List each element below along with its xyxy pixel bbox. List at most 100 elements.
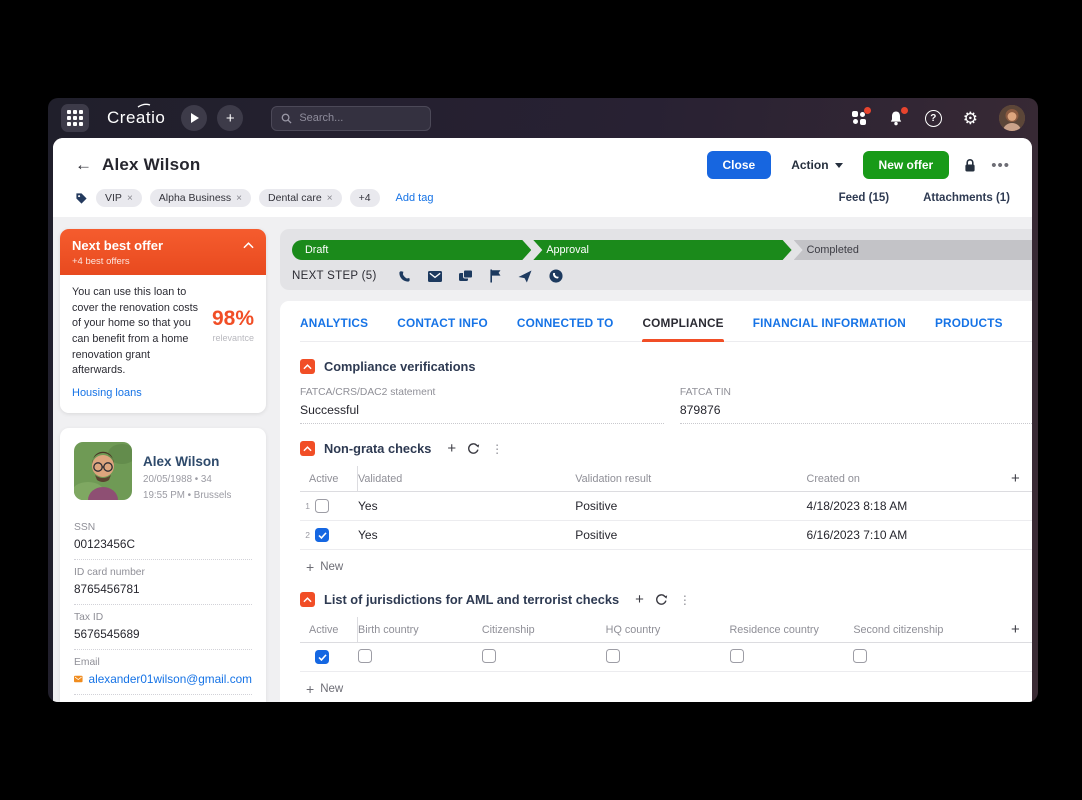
collapse-section-icon[interactable]	[300, 441, 315, 456]
tab-analytics[interactable]: ANALYTICS	[300, 316, 368, 341]
phone-icon[interactable]	[398, 270, 411, 283]
lock-icon[interactable]	[963, 158, 977, 173]
active-checkbox[interactable]	[315, 528, 329, 542]
email-icon	[74, 674, 83, 684]
contact-time-location: 19:55 PM • Brussels	[143, 490, 231, 501]
second-citizenship-checkbox[interactable]	[853, 649, 867, 663]
column-header-active[interactable]: Active	[300, 466, 358, 491]
tag-pill[interactable]: Alpha Business×	[150, 189, 251, 207]
more-tags-pill[interactable]: +4	[350, 189, 380, 207]
stage-draft[interactable]: Draft	[292, 240, 531, 260]
collapse-section-icon[interactable]	[300, 592, 315, 607]
profile-field-phone: Phone 326988569696	[74, 695, 252, 702]
process-play-button[interactable]	[181, 105, 207, 131]
kebab-menu-icon[interactable]: ⋮	[1030, 472, 1032, 486]
profile-field-id-card: ID card number 8765456781	[74, 560, 252, 605]
table-row[interactable]: 2 Yes Positive 6/16/2023 7:10 AM	[300, 521, 1032, 550]
apps-grid-icon[interactable]	[61, 104, 89, 132]
refresh-icon[interactable]	[467, 442, 480, 455]
send-icon[interactable]	[518, 270, 532, 283]
email-link[interactable]: alexander01wilson@gmail.com	[74, 672, 252, 686]
add-row-icon[interactable]: +	[1011, 622, 1020, 637]
notification-dot	[901, 107, 908, 114]
tab-compliance[interactable]: COMPLIANCE	[642, 316, 723, 341]
remove-tag-icon[interactable]: ×	[327, 193, 333, 204]
field-fatca-tin[interactable]: FATCA TIN 879876	[680, 387, 1032, 424]
stage-panel: Draft Approval Completed NEXT STEP (5)	[280, 229, 1032, 290]
tag-pill[interactable]: Dental care×	[259, 189, 342, 207]
global-search[interactable]	[271, 106, 431, 131]
citizenship-checkbox[interactable]	[482, 649, 496, 663]
column-header-second-citizenship[interactable]: Second citizenship	[853, 624, 995, 636]
residence-country-checkbox[interactable]	[730, 649, 744, 663]
table-row[interactable]: 1 Yes Positive 4/18/2023 8:18 AM	[300, 492, 1032, 521]
marketplace-icon[interactable]	[851, 110, 867, 126]
close-button[interactable]: Close	[707, 151, 772, 179]
flag-icon[interactable]	[490, 269, 501, 283]
remove-tag-icon[interactable]: ×	[236, 193, 242, 204]
collapse-section-icon[interactable]	[300, 359, 315, 374]
attachments-link[interactable]: Attachments (1)	[923, 192, 1010, 204]
add-tag-button[interactable]: Add tag	[396, 192, 434, 204]
add-record-icon[interactable]: +	[635, 592, 644, 607]
chevron-up-icon[interactable]	[243, 242, 254, 249]
stage-completed[interactable]: Completed	[794, 240, 1032, 260]
tab-connected-to[interactable]: CONNECTED TO	[517, 316, 614, 341]
notifications-icon[interactable]	[888, 110, 904, 127]
plus-icon: +	[226, 111, 235, 126]
birth-country-checkbox[interactable]	[358, 649, 372, 663]
new-row-button[interactable]: + New	[306, 559, 343, 575]
stage-approval[interactable]: Approval	[533, 240, 791, 260]
column-header-citizenship[interactable]: Citizenship	[482, 624, 606, 636]
profile-field-tax-id: Tax ID 5676545689	[74, 605, 252, 650]
chat-icon[interactable]	[459, 270, 473, 283]
column-header-validated[interactable]: Validated	[358, 473, 575, 485]
new-offer-button[interactable]: New offer	[863, 151, 950, 179]
relevance-value: 98%	[212, 307, 254, 331]
remove-tag-icon[interactable]: ×	[127, 193, 133, 204]
email-icon[interactable]	[428, 271, 442, 282]
user-avatar[interactable]	[999, 105, 1025, 131]
column-header-hq-country[interactable]: HQ country	[606, 624, 730, 636]
more-options-icon[interactable]: •••	[991, 157, 1010, 174]
tab-financial-information[interactable]: FINANCIAL INFORMATION	[753, 316, 906, 341]
screenshot-stage: Creatio +	[0, 0, 1082, 800]
quick-add-button[interactable]: +	[217, 105, 243, 131]
next-best-offer-header[interactable]: Next best offer +4 best offers	[60, 229, 266, 275]
field-fatca-statement[interactable]: FATCA/CRS/DAC2 statement Successful	[300, 387, 664, 424]
tag-pill[interactable]: VIP×	[96, 189, 142, 207]
tab-contact-info[interactable]: CONTACT INFO	[397, 316, 488, 341]
record-header: ← Alex Wilson Close Action New offer	[53, 138, 1032, 217]
non-grata-table: Active Validated Validation result Creat…	[300, 466, 1032, 575]
back-button[interactable]: ←	[75, 155, 92, 175]
column-header-active[interactable]: Active	[300, 617, 358, 642]
refresh-icon[interactable]	[655, 593, 668, 606]
active-checkbox[interactable]	[315, 650, 329, 664]
column-header-created-on[interactable]: Created on	[807, 473, 996, 485]
offer-link[interactable]: Housing loans	[72, 387, 142, 399]
kebab-menu-icon[interactable]: ⋮	[491, 442, 503, 456]
add-record-icon[interactable]: +	[447, 441, 456, 456]
top-navbar: Creatio +	[48, 98, 1038, 138]
contact-photo	[74, 442, 132, 500]
help-icon[interactable]: ?	[925, 110, 942, 127]
column-header-validation-result[interactable]: Validation result	[575, 473, 806, 485]
new-row-button[interactable]: + New	[306, 681, 343, 697]
notification-dot	[864, 107, 871, 114]
action-button[interactable]: Action	[785, 151, 848, 179]
whatsapp-icon[interactable]	[549, 269, 563, 283]
column-header-birth-country[interactable]: Birth country	[358, 624, 482, 636]
column-header-residence-country[interactable]: Residence country	[730, 624, 854, 636]
settings-icon[interactable]: ⚙	[963, 110, 978, 127]
feed-link[interactable]: Feed (15)	[839, 192, 890, 204]
plus-icon: +	[306, 681, 314, 697]
tab-products[interactable]: PRODUCTS	[935, 316, 1003, 341]
table-row[interactable]	[300, 643, 1032, 672]
relevance-label: relevantce	[212, 333, 254, 343]
kebab-menu-icon[interactable]: ⋮	[679, 593, 691, 607]
add-row-icon[interactable]: +	[1011, 471, 1020, 486]
hq-country-checkbox[interactable]	[606, 649, 620, 663]
search-input[interactable]	[299, 112, 409, 124]
kebab-menu-icon[interactable]: ⋮	[1030, 623, 1032, 637]
active-checkbox[interactable]	[315, 499, 329, 513]
